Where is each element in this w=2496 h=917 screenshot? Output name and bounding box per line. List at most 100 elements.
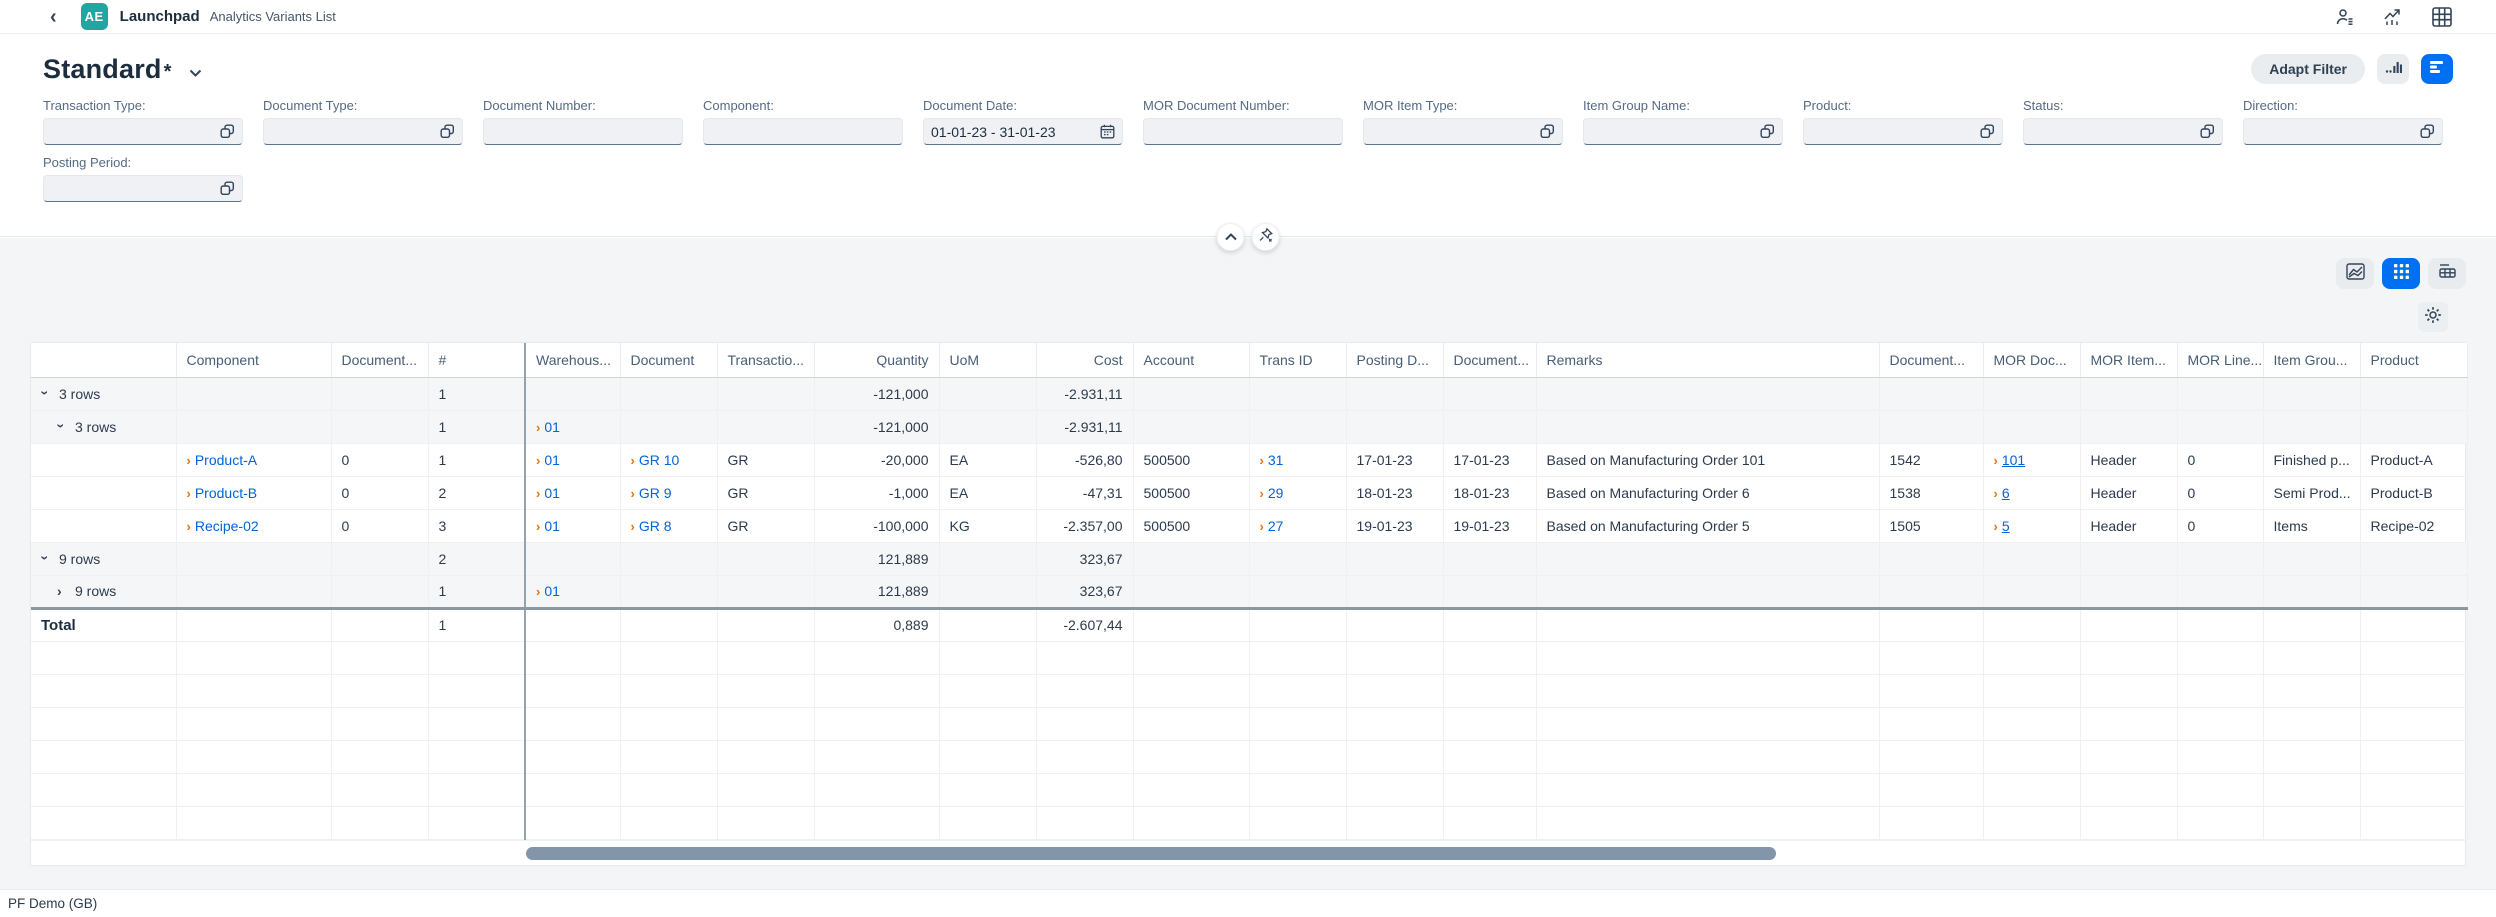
collapse-filter-button[interactable] [1217,223,1245,251]
filter-input-document-type[interactable] [263,118,463,145]
column-header-cost[interactable]: Cost [1036,343,1133,377]
cell-link[interactable]: 01 [544,485,560,501]
cell-link[interactable]: Recipe-02 [195,518,259,534]
column-header-transactio[interactable]: Transactio... [717,343,814,377]
group-row[interactable]: ›3 rows1-121,000-2.931,11 [31,377,2467,410]
filter-input-item-group-name[interactable] [1583,118,1783,145]
cell-link[interactable]: 27 [1268,518,1284,534]
expand-group-icon[interactable]: › [57,583,66,599]
filter-input-posting-period[interactable] [43,175,243,202]
data-row[interactable]: ›Product-B02›01›GR 9GR-1,000EA-47,315005… [31,476,2467,509]
user-account-icon[interactable] [2335,7,2355,27]
column-header-account[interactable]: Account [1133,343,1249,377]
column-header-trans-id[interactable]: Trans ID [1249,343,1346,377]
cell [1249,542,1346,575]
cell-link[interactable]: 101 [2002,452,2025,468]
column-header-document[interactable]: Document [620,343,717,377]
cell-link[interactable]: 31 [1268,452,1284,468]
value-help-icon[interactable] [1540,124,1555,139]
cell-link[interactable]: 01 [544,583,560,599]
cell [31,740,176,773]
chevron-down-icon[interactable] [189,65,202,83]
cell-link[interactable]: 01 [544,452,560,468]
column-header-uom[interactable]: UoM [939,343,1036,377]
cell [1443,542,1536,575]
value-help-icon[interactable] [2200,124,2215,139]
column-header-remarks[interactable]: Remarks [1536,343,1879,377]
filter-input-status[interactable] [2023,118,2223,145]
column-header-mor-doc[interactable]: MOR Doc... [1983,343,2080,377]
back-icon[interactable]: ‹ [50,7,57,27]
variant-selector[interactable]: Standard * [43,54,202,85]
app-logo[interactable]: AE [81,3,108,30]
cell [1249,740,1346,773]
cell-link[interactable]: 5 [2002,518,2010,534]
analytics-trend-icon[interactable] [2383,7,2404,27]
cell-link[interactable]: Product-B [195,485,257,501]
calendar-icon[interactable] [1100,124,1115,139]
filter-input-direction[interactable] [2243,118,2443,145]
grid-view-button[interactable] [2382,258,2420,289]
chart-view-button[interactable] [2336,258,2374,289]
column-header-[interactable]: # [428,343,525,377]
value-help-icon[interactable] [1980,124,1995,139]
adapt-filter-button[interactable]: Adapt Filter [2251,54,2365,84]
link-chevron-icon: › [187,453,191,468]
collapse-group-icon[interactable]: › [54,423,70,432]
cell-link[interactable]: GR 8 [639,518,672,534]
cell-link[interactable]: 01 [544,518,560,534]
total-row[interactable]: Total10,889-2.607,44 [31,608,2467,641]
column-header-warehous[interactable]: Warehous... [525,343,620,377]
filter-input-component[interactable] [703,118,903,145]
link-chevron-icon: › [536,486,540,501]
cell [1133,410,1249,443]
column-header-quantity[interactable]: Quantity [814,343,939,377]
cell [176,410,331,443]
filter-bar-toggle-button[interactable] [2421,54,2453,84]
column-header-component[interactable]: Component [176,343,331,377]
column-header-product[interactable]: Product [2360,343,2467,377]
column-header-document[interactable]: Document... [331,343,428,377]
column-header-document[interactable]: Document... [1443,343,1536,377]
column-header-mor-item[interactable]: MOR Item... [2080,343,2177,377]
app-finder-grid-icon[interactable] [2432,7,2452,27]
value-help-icon[interactable] [1760,124,1775,139]
filter-input-transaction-type[interactable] [43,118,243,145]
cell [2360,806,2467,839]
column-header-posting-d[interactable]: Posting D... [1346,343,1443,377]
group-row[interactable]: ›3 rows1›01-121,000-2.931,11 [31,410,2467,443]
data-row[interactable]: ›Product-A01›01›GR 10GR-20,000EA-526,805… [31,443,2467,476]
column-header-item-grou[interactable]: Item Grou... [2263,343,2360,377]
value-help-icon[interactable] [220,181,235,196]
cell [2080,377,2177,410]
cell-link[interactable]: GR 10 [639,452,679,468]
filter-input-product[interactable] [1803,118,2003,145]
cell-link[interactable]: 6 [2002,485,2010,501]
group-row[interactable]: ›9 rows2121,889323,67 [31,542,2467,575]
data-row[interactable]: ›Recipe-0203›01›GR 8GR-100,000KG-2.357,0… [31,509,2467,542]
column-header-rowheader[interactable] [31,343,176,377]
cell-link[interactable]: GR 9 [639,485,672,501]
chart-icon-button[interactable] [2377,54,2409,84]
value-help-icon[interactable] [2420,124,2435,139]
value-help-icon[interactable] [440,124,455,139]
group-row[interactable]: ›9 rows1›01121,889323,67 [31,575,2467,608]
column-header-mor-line[interactable]: MOR Line... [2177,343,2263,377]
cell [1346,377,1443,410]
filter-input-mor-item-type[interactable] [1363,118,1563,145]
filter-input-mor-document-number[interactable] [1143,118,1343,145]
collapse-group-icon[interactable]: › [38,555,54,564]
cell-link[interactable]: 29 [1268,485,1284,501]
cell-link[interactable]: Product-A [195,452,257,468]
pin-filter-button[interactable] [1252,223,1280,251]
filter-input-document-number[interactable] [483,118,683,145]
cell-link[interactable]: 01 [544,419,560,435]
table-settings-button[interactable] [2418,302,2448,332]
cell [2360,575,2467,608]
pivot-view-button[interactable] [2428,258,2466,289]
column-header-document[interactable]: Document... [1879,343,1983,377]
value-help-icon[interactable] [220,124,235,139]
filter-input-document-date[interactable]: 01-01-23 - 31-01-23 [923,118,1123,145]
collapse-group-icon[interactable]: › [38,390,54,399]
horizontal-scrollbar-thumb[interactable] [526,847,1776,860]
